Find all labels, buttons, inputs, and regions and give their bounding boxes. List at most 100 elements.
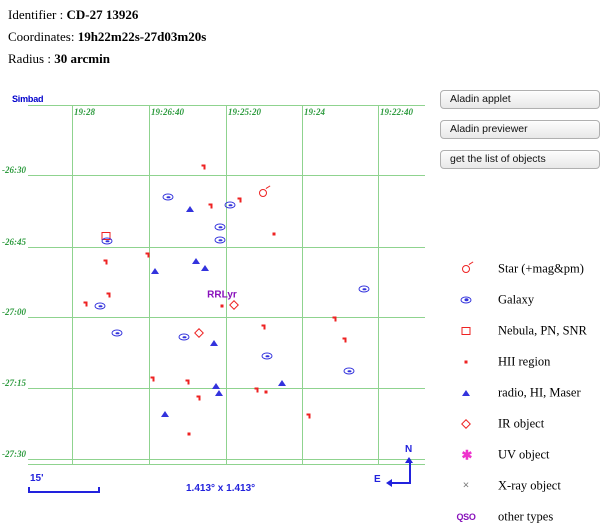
galaxy-icon: [460, 296, 472, 303]
star-marker[interactable]: [185, 379, 191, 385]
get-list-of-objects-button[interactable]: get the list of objects: [440, 150, 600, 169]
star-marker[interactable]: [342, 337, 348, 343]
hii-region-marker[interactable]: [187, 432, 191, 436]
field-size-label: 1.413° x 1.413°: [186, 483, 256, 494]
galaxy-marker[interactable]: [343, 367, 355, 375]
galaxy-marker[interactable]: [162, 193, 174, 201]
legend-label: HII region: [498, 354, 551, 368]
galaxy-marker[interactable]: [358, 285, 370, 293]
y-axis-tick-label: -26:45: [2, 237, 26, 247]
gridline-horizontal: [28, 317, 425, 318]
xray-object-icon: ×: [462, 479, 470, 491]
radio-source-marker[interactable]: [201, 265, 209, 271]
gridline-horizontal: [28, 247, 425, 248]
radio-source-marker[interactable]: [215, 390, 223, 396]
coordinates-value: 19h22m22s-27d03m20s: [77, 29, 207, 44]
star-marker[interactable]: [254, 387, 260, 393]
star-marker[interactable]: [150, 376, 156, 382]
x-axis-tick-label: 19:24: [304, 107, 325, 117]
star-marker[interactable]: [261, 324, 267, 330]
star-marker[interactable]: [196, 395, 202, 401]
gridline-horizontal: [28, 175, 425, 176]
gridline-vertical: [302, 105, 303, 465]
legend-row: Star (+mag&pm): [450, 253, 600, 284]
galaxy-marker[interactable]: [178, 333, 190, 341]
star-marker[interactable]: [106, 292, 112, 298]
galaxy-marker[interactable]: [94, 302, 106, 310]
star-marker[interactable]: [306, 413, 312, 419]
star-marker[interactable]: [83, 301, 89, 307]
y-axis-tick-label: -27:00: [2, 307, 26, 317]
hii-region-icon: [464, 360, 468, 363]
radio-source-marker[interactable]: [278, 380, 286, 386]
compass-east-line: [391, 482, 411, 484]
gridline-horizontal: [28, 388, 425, 389]
aladin-previewer-button[interactable]: Aladin previewer: [440, 120, 600, 139]
gridline-vertical: [72, 105, 73, 465]
legend-row: Nebula, PN, SNR: [450, 315, 600, 346]
legend-label: IR object: [498, 416, 545, 430]
hii-region-marker[interactable]: [272, 232, 276, 236]
radio-source-marker[interactable]: [192, 258, 200, 264]
compass-rose: N E: [374, 444, 425, 494]
info-header: Identifier : CD-27 13926 Coordinates: 19…: [8, 4, 438, 70]
scale-bar-label: 15': [30, 473, 44, 484]
radius-line: Radius : 30 arcmin: [8, 48, 438, 70]
scale-bar-cap-left: [28, 487, 30, 493]
star-marker[interactable]: [145, 252, 151, 258]
radio-source-marker[interactable]: [186, 206, 194, 212]
gridline-vertical: [226, 105, 227, 465]
galaxy-marker[interactable]: [111, 329, 123, 337]
gridline-vertical: [378, 105, 379, 465]
radius-value: 30 arcmin: [54, 51, 110, 66]
star-pm-icon: [462, 264, 470, 273]
coordinates-label: Coordinates:: [8, 29, 75, 44]
legend-row: IR object: [450, 408, 600, 439]
radio-source-marker[interactable]: [212, 383, 220, 389]
x-axis-tick-label: 19:28: [74, 107, 95, 117]
coordinates-line: Coordinates: 19h22m22s-27d03m20s: [8, 26, 438, 48]
star-marker[interactable]: [201, 164, 207, 170]
sky-chart[interactable]: 19:28 19:26:40 19:25:20 19:24 19:22:40 -26:30…: [2, 105, 425, 465]
uv-object-icon: ✱: [461, 447, 473, 462]
x-axis-tick-label: 19:22:40: [380, 107, 413, 117]
y-axis-tick-label: -27:15: [2, 378, 26, 388]
hii-region-marker[interactable]: [264, 390, 268, 394]
object-type-legend: Star (+mag&pm) Galaxy Nebula, PN, SNR HII r…: [450, 253, 600, 532]
galaxy-marker[interactable]: [101, 237, 113, 245]
object-name-label: RRLyr: [207, 289, 237, 301]
galaxy-marker[interactable]: [261, 352, 273, 360]
legend-row: Galaxy: [450, 284, 600, 315]
legend-row: ✱ UV object: [450, 439, 600, 470]
scale-bar-line: [28, 491, 100, 493]
star-marker[interactable]: [332, 316, 338, 322]
radio-source-marker[interactable]: [210, 340, 218, 346]
aladin-applet-button[interactable]: Aladin applet: [440, 90, 600, 109]
star-marker[interactable]: [259, 189, 267, 197]
galaxy-marker[interactable]: [224, 201, 236, 209]
y-axis-tick-label: -27:30: [2, 449, 26, 459]
x-axis-tick-label: 19:26:40: [151, 107, 184, 117]
compass-north-arrow-icon: [405, 457, 413, 463]
radius-label: Radius :: [8, 51, 51, 66]
action-buttons: Aladin applet Aladin previewer get the l…: [440, 90, 600, 180]
compass-east-label: E: [374, 474, 381, 485]
x-axis-tick-label: 19:25:20: [228, 107, 261, 117]
galaxy-marker[interactable]: [214, 223, 226, 231]
legend-row: HII region: [450, 346, 600, 377]
legend-label: UV object: [498, 447, 550, 461]
star-marker[interactable]: [208, 203, 214, 209]
ir-object-icon: [461, 418, 471, 429]
star-marker[interactable]: [103, 259, 109, 265]
star-marker[interactable]: [237, 197, 243, 203]
y-axis-tick-label: -26:30: [2, 165, 26, 175]
radio-source-marker[interactable]: [151, 268, 159, 274]
nebula-icon: [461, 326, 471, 335]
legend-row: radio, HI, Maser: [450, 377, 600, 408]
identifier-line: Identifier : CD-27 13926: [8, 4, 438, 26]
hii-region-marker[interactable]: [220, 304, 224, 308]
galaxy-marker[interactable]: [214, 236, 226, 244]
radio-source-marker[interactable]: [161, 411, 169, 417]
legend-label: X-ray object: [498, 478, 561, 492]
identifier-label: Identifier :: [8, 7, 64, 22]
